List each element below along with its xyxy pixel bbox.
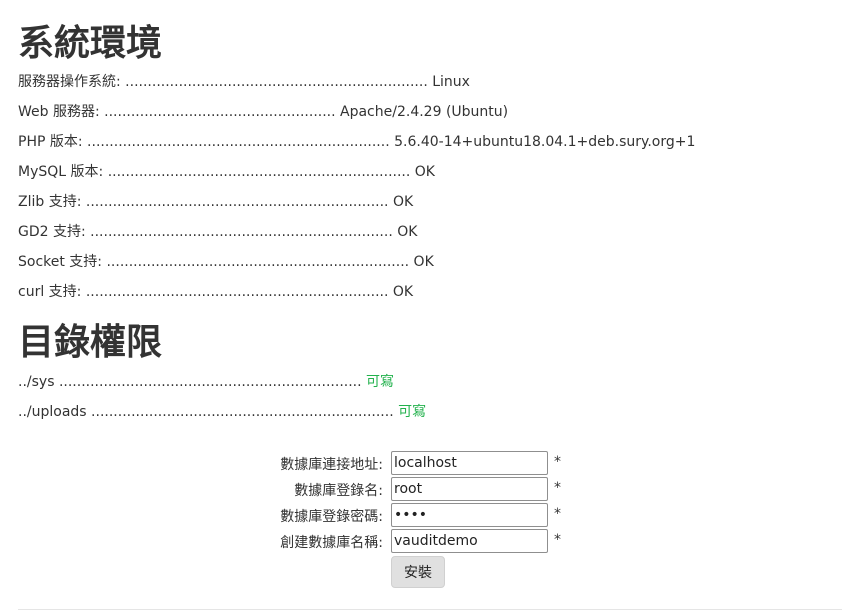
db-host-input[interactable] <box>391 451 548 475</box>
env-row-curl: curl 支持: ...............................… <box>18 284 414 300</box>
required-mark: * <box>554 480 561 496</box>
db-host-row: 數據庫連接地址: * <box>18 451 842 477</box>
install-button[interactable]: 安裝 <box>391 556 445 588</box>
env-row-os: 服務器操作系統: ...............................… <box>18 74 470 90</box>
db-user-label: 數據庫登錄名: <box>294 483 383 499</box>
perm-row-sys: ../sys .................................… <box>18 374 395 390</box>
dir-perm-title: 目錄權限 <box>18 322 163 363</box>
env-row-mysql: MySQL 版本: ..............................… <box>18 164 435 180</box>
db-name-row: 創建數據庫名稱: * <box>18 529 842 555</box>
db-name-input[interactable] <box>391 529 548 553</box>
footer-divider <box>18 609 842 610</box>
db-host-label: 數據庫連接地址: <box>280 457 383 473</box>
env-row-web-server: Web 服務器: ...............................… <box>18 104 509 120</box>
required-mark: * <box>554 532 561 548</box>
db-password-label: 數據庫登錄密碼: <box>280 509 383 525</box>
perm-row-uploads: ../uploads .............................… <box>18 404 427 420</box>
env-row-socket: Socket 支持: .............................… <box>18 254 434 270</box>
db-password-input[interactable] <box>391 503 548 527</box>
db-user-row: 數據庫登錄名: * <box>18 477 842 503</box>
perm-status-writable: 可寫 <box>366 374 395 390</box>
perm-status-writable: 可寫 <box>398 404 427 420</box>
required-mark: * <box>554 454 561 470</box>
env-row-gd2: GD2 支持: ................................… <box>18 224 418 240</box>
db-name-label: 創建數據庫名稱: <box>280 535 383 551</box>
system-env-title: 系統環境 <box>18 23 163 64</box>
db-password-row: 數據庫登錄密碼: * <box>18 503 842 529</box>
required-mark: * <box>554 506 561 522</box>
db-user-input[interactable] <box>391 477 548 501</box>
env-row-php: PHP 版本: ................................… <box>18 134 696 150</box>
env-row-zlib: Zlib 支持: ...............................… <box>18 194 414 210</box>
